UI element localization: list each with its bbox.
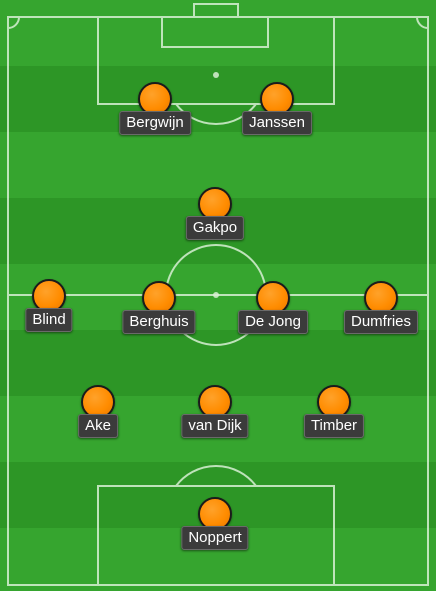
player-name-label: Bergwijn [119, 111, 191, 135]
top-goal [193, 3, 239, 18]
center-spot [213, 292, 219, 298]
bottom-penalty-arc [175, 465, 257, 487]
top-penalty-spot [213, 72, 219, 78]
corner-arc-top-left [7, 16, 20, 29]
player-name-label: De Jong [238, 310, 308, 334]
player-name-label: Berghuis [122, 310, 196, 334]
player-name-label: Dumfries [343, 310, 419, 334]
top-goal-area [161, 16, 269, 48]
football-pitch: Bergwijn Janssen Gakpo Blind Berghuis De… [0, 0, 436, 591]
player-name-label: Gakpo [185, 216, 245, 240]
player-name-label: Janssen [242, 111, 312, 135]
player-name-label: Ake [78, 414, 118, 438]
player-name-label: Noppert [181, 526, 249, 550]
player-name-label: van Dijk [181, 414, 249, 438]
corner-arc-top-right [416, 16, 429, 29]
player-name-label: Timber [303, 414, 365, 438]
player-name-label: Blind [25, 308, 73, 332]
top-penalty-area [97, 16, 335, 105]
